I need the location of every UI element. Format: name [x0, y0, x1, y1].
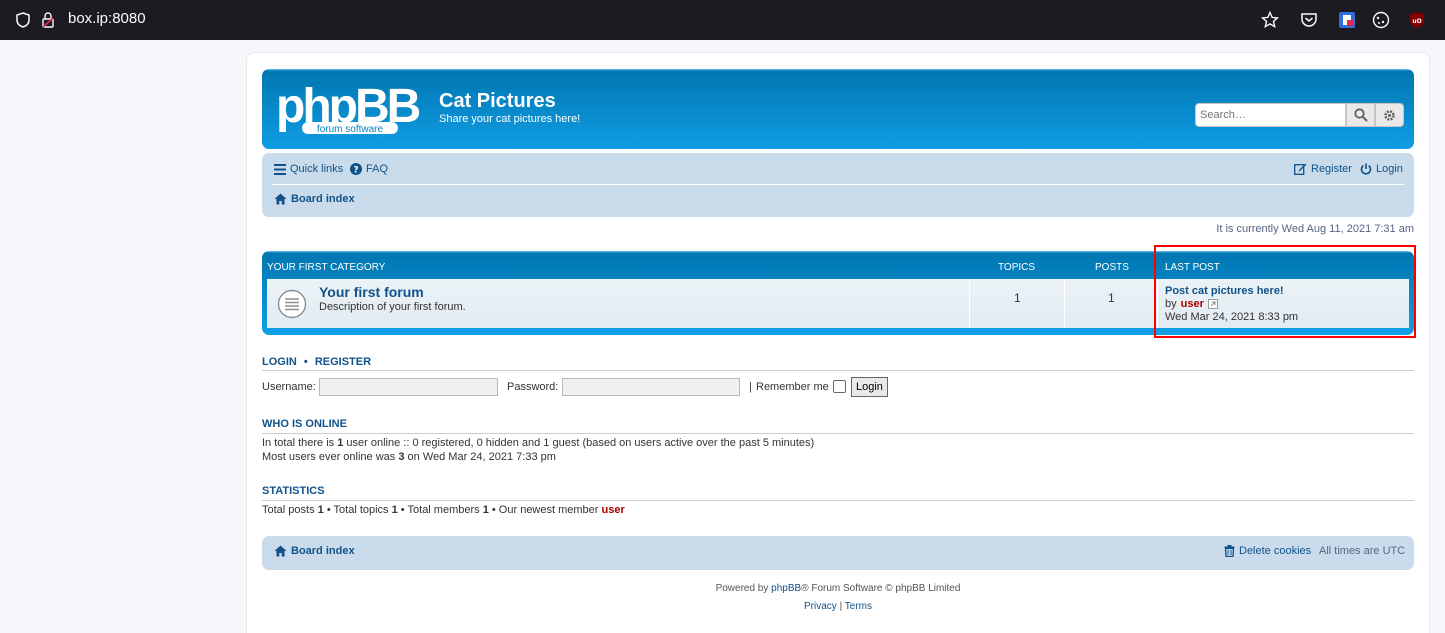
highlight-box [1154, 245, 1416, 338]
url-field[interactable] [6, 4, 1296, 36]
online-record: Most users ever online was 3 on Wed Mar … [262, 451, 556, 463]
delete-cookies-link[interactable]: Delete cookies [1224, 545, 1311, 557]
separator: | [749, 381, 752, 393]
topics-column-header: TOPICS [998, 262, 1036, 273]
title-separator: • [303, 356, 308, 368]
stat-text: • Our newest member [488, 504, 602, 516]
search-button[interactable] [1346, 103, 1375, 127]
advanced-search-button[interactable] [1375, 103, 1404, 127]
login-button[interactable]: Login [851, 377, 888, 397]
menu-icon [274, 163, 286, 175]
forum-title-link[interactable]: Your first forum [319, 284, 424, 300]
search-box [1195, 103, 1404, 127]
newest-member-link[interactable]: user [602, 504, 625, 516]
terms-link[interactable]: Terms [845, 601, 872, 612]
pocket-icon[interactable] [1300, 11, 1318, 29]
nav-divider [272, 184, 1404, 185]
forum-read-icon [277, 289, 307, 319]
phpbb-link[interactable]: phpBB [771, 583, 801, 594]
record-text: on Wed Mar 24, 2021 7:33 pm [404, 451, 556, 463]
nav-bar [262, 153, 1414, 217]
powered-by: Powered by phpBB® Forum Software © phpBB… [246, 583, 1430, 594]
online-text: In total there is [262, 437, 338, 449]
home-icon [274, 193, 287, 205]
shield-icon[interactable] [16, 12, 30, 28]
powered-text: Powered by [715, 583, 772, 594]
login-label: Login [1376, 163, 1403, 175]
svg-text:forum software: forum software [317, 124, 384, 135]
register-label: Register [1311, 163, 1352, 175]
site-title: Cat Pictures [439, 90, 556, 112]
faq-link[interactable]: ? FAQ [350, 163, 388, 175]
timezone-info: All times are UTC [1319, 545, 1406, 557]
statistics-title: STATISTICS [262, 485, 325, 497]
login-section-title: LOGIN • REGISTER [262, 356, 371, 368]
gear-icon [1384, 109, 1395, 121]
trash-icon [1224, 545, 1235, 557]
ublock-icon[interactable]: uO [1409, 11, 1425, 29]
quick-links-label: Quick links [290, 163, 344, 175]
online-total: In total there is 1 user online :: 0 reg… [262, 437, 814, 449]
home-icon [274, 545, 287, 557]
password-label: Password: [507, 381, 559, 393]
username-label: Username: [262, 381, 316, 393]
login-title-link[interactable]: LOGIN [262, 356, 297, 368]
current-time: It is currently Wed Aug 11, 2021 7:31 am [1216, 223, 1414, 235]
copyright-text: ® Forum Software © phpBB Limited [801, 583, 961, 594]
username-input[interactable] [319, 378, 498, 396]
login-link[interactable]: Login [1360, 163, 1403, 175]
phpbb-logo[interactable]: phpBB forum software [276, 80, 426, 136]
cookie-icon[interactable] [1372, 11, 1390, 29]
register-link[interactable]: Register [1294, 163, 1352, 175]
column-divider [969, 279, 970, 328]
section-divider [262, 500, 1414, 501]
power-icon [1360, 163, 1372, 175]
remember-me-label: Remember me [756, 381, 829, 393]
posts-count: 1 [1108, 291, 1115, 305]
statistics-line: Total posts 1 • Total topics 1 • Total m… [262, 504, 625, 516]
who-is-online-title[interactable]: WHO IS ONLINE [262, 418, 347, 430]
edit-icon [1294, 163, 1307, 175]
question-circle-icon: ? [350, 163, 362, 175]
faq-label: FAQ [366, 163, 389, 175]
svg-text:uO: uO [1412, 18, 1421, 25]
footer-links: Privacy | Terms [246, 601, 1430, 612]
privacy-link[interactable]: Privacy [804, 601, 837, 612]
extension-badge-icon[interactable] [1338, 11, 1356, 29]
topics-count: 1 [1014, 291, 1021, 305]
stat-text: • Total members [397, 504, 483, 516]
url-text[interactable]: box.ip:8080 [68, 10, 146, 27]
quick-links-menu[interactable]: Quick links [274, 163, 343, 175]
stat-text: Total posts [262, 504, 318, 516]
footer-separator: | [839, 601, 843, 612]
register-title-link[interactable]: REGISTER [315, 356, 371, 368]
svg-text:?: ? [353, 166, 358, 176]
browser-toolbar: box.ip:8080 uO [0, 0, 1445, 40]
site-description: Share your cat pictures here! [439, 113, 581, 125]
category-title[interactable]: YOUR FIRST CATEGORY [267, 262, 385, 273]
remember-me-checkbox[interactable] [833, 380, 846, 393]
footer-board-index[interactable]: Board index [274, 545, 355, 557]
password-input[interactable] [562, 378, 740, 396]
posts-column-header: POSTS [1095, 262, 1129, 273]
bookmark-star-icon[interactable] [1261, 11, 1279, 29]
section-divider [262, 370, 1414, 371]
breadcrumb-board-index[interactable]: Board index [274, 193, 355, 205]
record-text: Most users ever online was [262, 451, 399, 463]
search-icon [1353, 108, 1368, 122]
forum-description: Description of your first forum. [319, 301, 466, 313]
column-divider [1064, 279, 1065, 328]
board-index-label: Board index [291, 193, 355, 205]
online-text: user online :: 0 registered, 0 hidden an… [343, 437, 815, 449]
stat-text: • Total topics [323, 504, 392, 516]
lock-icon[interactable] [42, 12, 54, 28]
section-divider [262, 433, 1414, 434]
search-input[interactable] [1195, 103, 1346, 127]
delete-cookies-label: Delete cookies [1239, 545, 1312, 557]
footer-board-index-label: Board index [291, 545, 355, 557]
